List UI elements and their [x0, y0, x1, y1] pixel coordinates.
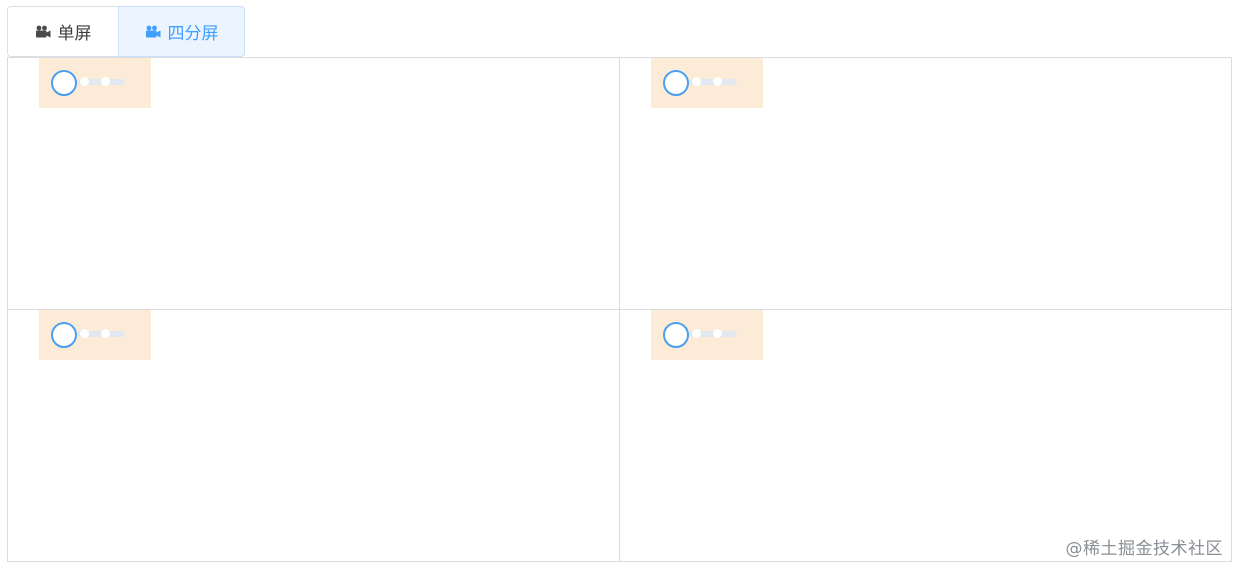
loading-indicator	[651, 310, 763, 360]
loading-dot	[713, 329, 722, 338]
loading-indicator	[39, 58, 151, 108]
loading-spinner-icon	[51, 70, 77, 96]
loading-dot	[692, 329, 701, 338]
tab-single-screen-label: 单屏	[57, 24, 92, 44]
loading-dot	[713, 77, 722, 86]
tab-quad-screen[interactable]: 四分屏	[118, 6, 245, 57]
video-player-1[interactable]	[8, 58, 620, 310]
layout-tabs: 单屏 四分屏	[7, 6, 245, 57]
loading-indicator	[39, 310, 151, 360]
loading-spinner-icon	[51, 322, 77, 348]
watermark: @稀土掘金技术社区	[1065, 539, 1223, 559]
loading-dot	[692, 77, 701, 86]
loading-dot	[80, 77, 89, 86]
loading-spinner-icon	[663, 322, 689, 348]
video-camera-icon	[145, 25, 161, 39]
video-camera-icon	[35, 25, 51, 39]
loading-spinner-icon	[663, 70, 689, 96]
loading-dot	[80, 329, 89, 338]
video-player-3[interactable]	[8, 310, 620, 561]
loading-dot	[101, 77, 110, 86]
tab-single-screen[interactable]: 单屏	[7, 6, 118, 57]
video-player-4[interactable]	[620, 310, 1231, 561]
video-wall-app: 单屏 四分屏 @稀土掘金技术社区	[0, 0, 1241, 575]
video-grid	[7, 57, 1232, 562]
video-player-2[interactable]	[620, 58, 1231, 310]
loading-dot	[101, 329, 110, 338]
tab-quad-screen-label: 四分屏	[167, 24, 219, 44]
loading-indicator	[651, 58, 763, 108]
